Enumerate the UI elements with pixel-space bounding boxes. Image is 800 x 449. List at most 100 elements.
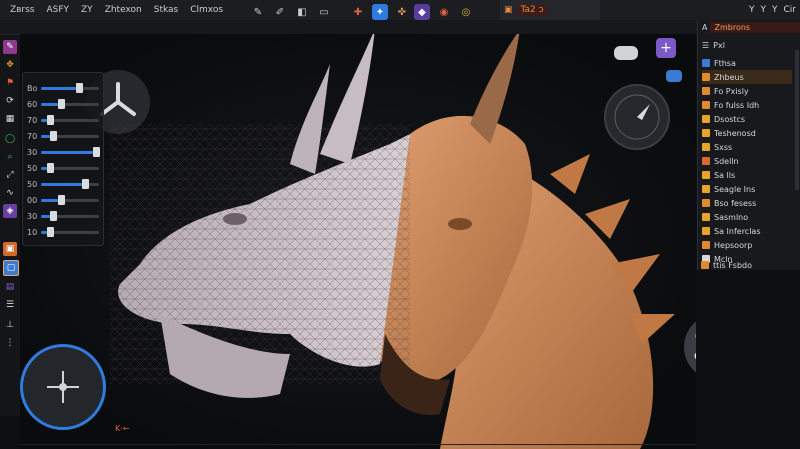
- slider-knob[interactable]: [58, 98, 66, 109]
- list-item[interactable]: Sxss: [702, 140, 792, 154]
- list-item[interactable]: Dsostcs: [702, 112, 792, 126]
- list-item[interactable]: Sa lls: [702, 168, 792, 182]
- split-icon[interactable]: ⋮: [3, 336, 17, 350]
- panel-scrollbar[interactable]: [795, 50, 799, 190]
- material-icon[interactable]: ◉: [436, 4, 452, 20]
- slider-track[interactable]: [41, 194, 99, 205]
- swatch-icon: [702, 241, 710, 249]
- panel-title[interactable]: Zmbrons: [710, 21, 800, 33]
- node-gizmo[interactable]: [684, 314, 696, 380]
- slider-8[interactable]: 30: [27, 209, 99, 223]
- list-icon[interactable]: ☰: [3, 298, 17, 312]
- swatch-icon: [702, 171, 710, 179]
- slider-0[interactable]: Bo: [27, 81, 99, 95]
- menu-item-3[interactable]: Zhtexon: [99, 0, 148, 20]
- swatch-icon: [702, 157, 710, 165]
- box-icon[interactable]: ▢: [3, 260, 19, 276]
- swatch-icon: [702, 213, 710, 221]
- menu-item-1[interactable]: ASFY: [40, 0, 75, 20]
- document-tab[interactable]: ▣ Ta2 ɔ: [500, 0, 600, 20]
- drag-icon[interactable]: ⤢: [3, 168, 17, 182]
- list-item[interactable]: Fthsa: [702, 56, 792, 70]
- chat-icon[interactable]: [666, 70, 682, 82]
- slider-knob[interactable]: [93, 146, 101, 157]
- joystick-gizmo[interactable]: [20, 344, 106, 430]
- slider-track[interactable]: [41, 130, 99, 141]
- 3d-viewport[interactable]: + K·←: [20, 34, 696, 449]
- slide-icon[interactable]: ▭: [316, 4, 332, 20]
- ctrl-close[interactable]: Cir: [784, 5, 797, 15]
- slider-9[interactable]: 10: [27, 225, 99, 239]
- rotate-tool-icon[interactable]: ✦: [372, 4, 388, 20]
- slider-6[interactable]: 50: [27, 177, 99, 191]
- grid-icon[interactable]: ▦: [3, 112, 17, 126]
- list-item[interactable]: Seagle Ins: [702, 182, 792, 196]
- list-item[interactable]: Hepsoorp: [702, 238, 792, 252]
- ctrl-1[interactable]: Y: [749, 5, 755, 15]
- slider-track[interactable]: [41, 178, 99, 189]
- swatch-icon: [702, 101, 710, 109]
- slider-knob[interactable]: [58, 194, 66, 205]
- slider-1[interactable]: 60: [27, 97, 99, 111]
- slider-knob[interactable]: [46, 114, 54, 125]
- cube-icon[interactable]: ◧: [294, 4, 310, 20]
- brush-icon[interactable]: ✎: [3, 40, 17, 54]
- list-item[interactable]: Teshenosd: [702, 126, 792, 140]
- wave-icon[interactable]: ∿: [3, 186, 17, 200]
- slider-2[interactable]: 70: [27, 113, 99, 127]
- slider-knob[interactable]: [81, 178, 89, 189]
- slider-knob[interactable]: [46, 226, 54, 237]
- slider-track[interactable]: [41, 226, 99, 237]
- scale-tool-icon[interactable]: ✜: [394, 4, 410, 20]
- slider-3[interactable]: 70: [27, 129, 99, 143]
- window-controls: Y Y Y Cir: [749, 0, 796, 20]
- list-item[interactable]: Zhbeus: [702, 70, 792, 84]
- pen-icon[interactable]: ✐: [272, 4, 288, 20]
- swatch-icon: [702, 199, 710, 207]
- menu-item-4[interactable]: Stkas: [148, 0, 185, 20]
- list-item[interactable]: Sasmlno: [702, 210, 792, 224]
- flag-icon[interactable]: ⚑: [3, 76, 17, 90]
- menu-item-2[interactable]: ZY: [75, 0, 99, 20]
- list-item[interactable]: Bso fesess: [702, 196, 792, 210]
- move-arrows-icon[interactable]: ✚: [350, 4, 366, 20]
- slider-track[interactable]: [41, 162, 99, 173]
- list-item[interactable]: Fo Pxisly: [702, 84, 792, 98]
- menu-item-app[interactable]: Zʙrss: [4, 0, 40, 20]
- slider-5[interactable]: 50: [27, 161, 99, 175]
- wrench-icon[interactable]: ✎: [250, 4, 266, 20]
- move-icon[interactable]: ✥: [3, 58, 17, 72]
- slider-4[interactable]: 30: [27, 145, 101, 159]
- list-item[interactable]: Sdelln: [702, 154, 792, 168]
- slider-7[interactable]: 00: [27, 193, 99, 207]
- list-item[interactable]: Sa Inferclas: [702, 224, 792, 238]
- slider-track[interactable]: [41, 98, 99, 109]
- ctrl-3[interactable]: Y: [772, 5, 778, 15]
- sculpt-icon[interactable]: ◆: [414, 4, 430, 20]
- slider-knob[interactable]: [49, 210, 57, 221]
- search-icon[interactable]: ⌕: [3, 150, 17, 164]
- camera-icon[interactable]: [614, 46, 638, 60]
- slider-track[interactable]: [41, 82, 99, 93]
- add-icon[interactable]: +: [656, 38, 676, 58]
- layer-icon[interactable]: ▤: [3, 280, 17, 294]
- shape-icon[interactable]: ◈: [3, 204, 17, 218]
- menu-list: Zʙrss ASFY ZY Zhtexon Stkas Clmxos: [0, 0, 229, 20]
- navigation-compass[interactable]: [604, 84, 670, 150]
- rotate-icon[interactable]: ⟳: [3, 94, 17, 108]
- slider-track[interactable]: [41, 114, 99, 125]
- slider-knob[interactable]: [46, 162, 54, 173]
- slider-track[interactable]: [41, 210, 99, 221]
- menu-item-5[interactable]: Clmxos: [184, 0, 229, 20]
- slider-knob[interactable]: [49, 130, 57, 141]
- slider-track[interactable]: [41, 146, 101, 157]
- list-item[interactable]: ttis Fsbdo: [701, 258, 791, 272]
- select-icon[interactable]: ▣: [3, 242, 17, 256]
- render-icon[interactable]: ◎: [458, 4, 474, 20]
- joystick-icon: [47, 371, 79, 403]
- list-item[interactable]: Fo fulss Idh: [702, 98, 792, 112]
- circle-icon[interactable]: ◯: [3, 132, 17, 146]
- slider-knob[interactable]: [75, 82, 83, 93]
- pin-icon[interactable]: ⊥: [3, 318, 17, 332]
- ctrl-2[interactable]: Y: [761, 5, 767, 15]
